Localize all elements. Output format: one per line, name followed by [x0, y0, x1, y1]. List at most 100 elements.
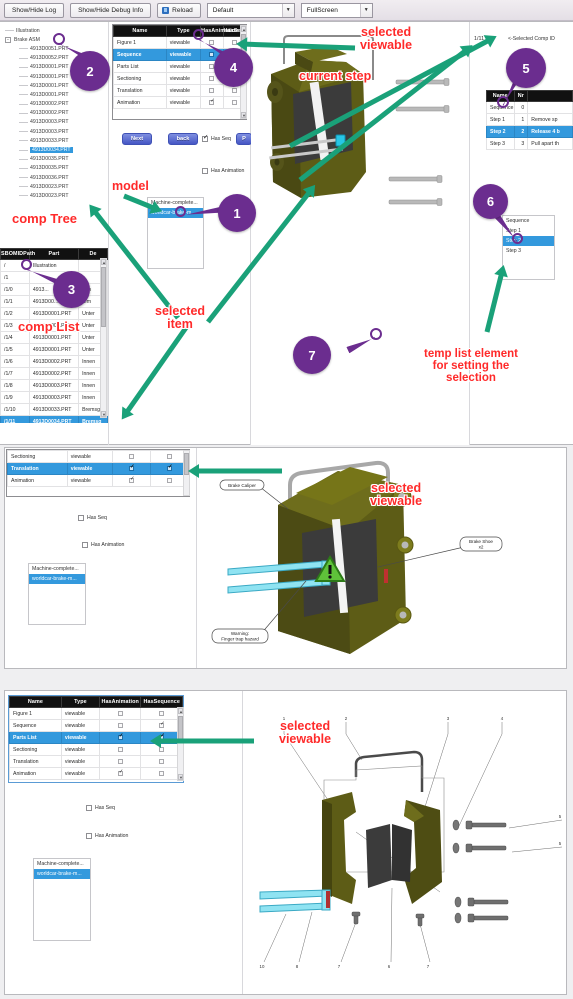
expander-icon[interactable]: -: [5, 36, 11, 43]
list-item[interactable]: Step 2: [503, 236, 554, 246]
column-header[interactable]: Part: [28, 248, 80, 260]
table-cell[interactable]: viewable: [165, 48, 202, 61]
table-row[interactable]: Animation viewable: [7, 474, 189, 487]
checkbox-cell-icon[interactable]: [166, 453, 172, 459]
table-cell[interactable]: Figure 1: [9, 707, 62, 720]
checkbox-cell-icon[interactable]: [166, 477, 172, 483]
list-item[interactable]: Step 3: [503, 246, 554, 256]
column-header[interactable]: Type: [60, 696, 100, 708]
checkbox-cell-icon[interactable]: [117, 733, 123, 740]
table-row[interactable]: /1/2 4913D0001.PRT Unter: [0, 307, 108, 320]
table-cell[interactable]: /1/1: [0, 295, 30, 308]
table-cell[interactable]: Step 2: [486, 125, 515, 138]
comp-list-grid[interactable]: SBOMIDPath Part De / Illustration/1/1/0 4913…: [0, 248, 108, 423]
tree-item[interactable]: 4913D0036.PRT: [5, 173, 106, 182]
checkbox-cell-icon[interactable]: [128, 464, 135, 471]
comp-list-scrollbar[interactable]: ▲ ▼: [100, 258, 107, 418]
table-row[interactable]: Figure 1 viewable: [9, 707, 183, 720]
table-cell[interactable]: 4913D0034.PRT: [28, 415, 80, 423]
chevron-down-icon[interactable]: ▼: [281, 3, 294, 17]
table-body[interactable]: Sequence 0 Step 1 1 Remove sp Step 2 2 Release …: [486, 101, 573, 150]
table-cell[interactable]: 3: [513, 137, 529, 150]
table-cell[interactable]: /1/9: [0, 391, 30, 404]
checkbox-cell-icon[interactable]: [209, 51, 215, 57]
table-row[interactable]: /1/11 4913D0034.PRT Bremsg: [0, 415, 108, 423]
has-seq-checkbox-row[interactable]: Has Seq: [202, 134, 231, 142]
table-cell[interactable]: 4913D0002.PRT: [28, 367, 80, 380]
tree-item[interactable]: 4913D0002.PRT: [5, 100, 106, 109]
tree-item[interactable]: 4913D0035.PRT: [5, 164, 106, 173]
table-cell[interactable]: viewable: [60, 743, 100, 756]
table-cell[interactable]: Step 1: [486, 113, 515, 126]
panel3-scrollbar[interactable]: ▲ ▼: [177, 707, 184, 781]
table-row[interactable]: Translation viewable: [113, 84, 246, 97]
scroll-up-icon[interactable]: ▲: [101, 259, 106, 265]
table-cell[interactable]: viewable: [165, 72, 202, 85]
list-item[interactable]: Sequence: [503, 216, 554, 226]
table-cell[interactable]: Translation: [113, 84, 167, 97]
panel2-list-items[interactable]: Machine-complete... worldcar-brake-m...: [29, 564, 85, 584]
table-cell[interactable]: [98, 743, 142, 756]
table-row[interactable]: Figure 1 viewable: [113, 36, 246, 49]
table-cell[interactable]: [111, 450, 151, 463]
table-cell[interactable]: viewable: [60, 707, 100, 720]
tree-item[interactable]: 4913D0003.PRT: [5, 118, 106, 127]
table-row[interactable]: Translation viewable: [9, 755, 183, 768]
checkbox-cell-icon[interactable]: [117, 769, 123, 776]
table-cell[interactable]: [527, 101, 573, 114]
table-cell[interactable]: Animation: [7, 474, 68, 487]
list-item[interactable]: worldcar-brake-m...: [29, 574, 85, 584]
table-cell[interactable]: 4913D0003.PRT: [28, 391, 80, 404]
table-row[interactable]: Animation viewable: [9, 767, 183, 780]
checkbox-cell-icon[interactable]: [128, 476, 135, 483]
table-cell[interactable]: /1/11: [0, 415, 30, 423]
table-cell[interactable]: /1/6: [0, 355, 30, 368]
preset-select[interactable]: Default ▼: [206, 2, 295, 18]
panel3-has-animation-row[interactable]: Has Animation: [86, 833, 128, 839]
table-cell[interactable]: viewable: [66, 462, 113, 475]
panel3-list-items[interactable]: Machine-complete... worldcar-brake-m...: [34, 859, 90, 879]
table-row[interactable]: /1/6 4913D0002.PRT Innen: [0, 355, 108, 368]
table-cell[interactable]: [98, 707, 142, 720]
column-header[interactable]: Name: [9, 696, 62, 708]
list-item[interactable]: Machine-complete...: [29, 564, 85, 574]
table-row[interactable]: Step 3 3 Pull apart th: [486, 137, 573, 150]
panel2-has-seq-row[interactable]: Has Seq: [78, 515, 107, 521]
temp-list-items[interactable]: Sequence Step 1 Step 2 Step 3: [503, 216, 554, 256]
table-body[interactable]: SectioningviewableTranslationviewableAni…: [7, 450, 189, 487]
list-item[interactable]: Step 1: [503, 226, 554, 236]
table-row[interactable]: Step 2 2 Release 4 b: [486, 125, 573, 138]
table-row[interactable]: /1/10 4913D0033.PRT Bremsge: [0, 403, 108, 416]
table-row[interactable]: Step 1 1 Remove sp: [486, 113, 573, 126]
table-cell[interactable]: Sectioning: [9, 743, 62, 756]
table-row[interactable]: /1/5 4913D0001.PRT Unter: [0, 343, 108, 356]
table-cell[interactable]: [111, 462, 151, 475]
panel2-grid[interactable]: SectioningviewableTranslationviewableAni…: [6, 449, 190, 497]
table-cell[interactable]: /1/7: [0, 367, 30, 380]
column-header[interactable]: Nr: [513, 90, 529, 102]
table-cell[interactable]: [98, 755, 142, 768]
table-cell[interactable]: Illustration: [28, 259, 80, 272]
table-cell[interactable]: 4913D0002.PRT: [28, 355, 80, 368]
has-seq-checkbox[interactable]: [202, 134, 208, 142]
checkbox-cell-icon[interactable]: [166, 464, 173, 471]
panel2-has-animation-row[interactable]: Has Animation: [82, 542, 124, 548]
table-cell[interactable]: 4913D0001.PRT: [28, 307, 80, 320]
panel2-listbox[interactable]: Machine-complete... worldcar-brake-m...: [28, 563, 86, 625]
checkbox-cell-icon[interactable]: [209, 39, 215, 45]
table-cell[interactable]: /1/2: [0, 307, 30, 320]
table-cell[interactable]: 2: [513, 125, 529, 138]
table-cell[interactable]: Figure 1: [113, 36, 167, 49]
table-cell[interactable]: viewable: [60, 767, 100, 780]
table-cell[interactable]: viewable: [66, 450, 113, 463]
checkbox-cell-icon[interactable]: [159, 721, 165, 728]
checkbox-cell-icon[interactable]: [209, 75, 215, 81]
has-animation-checkbox[interactable]: [86, 833, 92, 839]
table-cell[interactable]: viewable: [60, 731, 100, 744]
checkbox-cell-icon[interactable]: [117, 722, 123, 728]
table-cell[interactable]: viewable: [165, 60, 202, 73]
panel3-listbox[interactable]: Machine-complete... worldcar-brake-m...: [33, 858, 91, 941]
table-cell[interactable]: Translation: [7, 462, 68, 475]
has-animation-checkbox[interactable]: [202, 168, 208, 174]
table-cell[interactable]: Parts List: [9, 731, 62, 744]
